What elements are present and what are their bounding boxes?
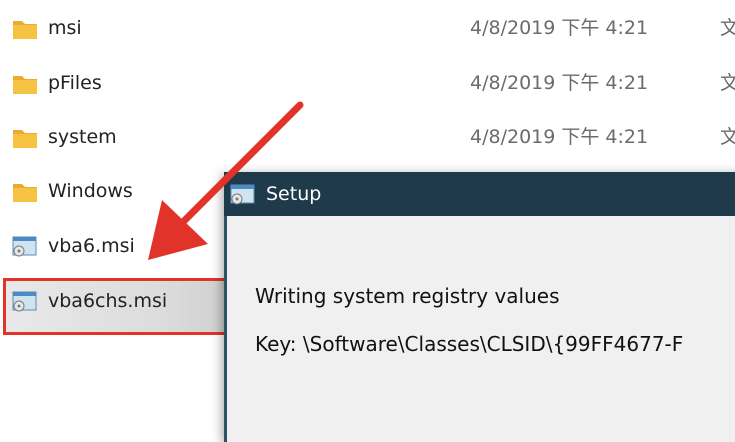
file-date: 4/8/2019 下午 4:21 bbox=[470, 126, 649, 148]
file-name: pFiles bbox=[48, 72, 102, 94]
file-type: 文 bbox=[720, 126, 735, 148]
folder-icon bbox=[13, 21, 37, 39]
file-name: vba6.msi bbox=[48, 235, 135, 257]
file-type: 文 bbox=[720, 17, 735, 39]
file-row-system[interactable]: system 4/8/2019 下午 4:21 文 bbox=[0, 115, 735, 159]
file-date: 4/8/2019 下午 4:21 bbox=[470, 72, 649, 94]
folder-icon bbox=[13, 76, 37, 94]
folder-icon bbox=[13, 184, 37, 202]
setup-title: Setup bbox=[266, 183, 322, 205]
setup-body: Writing system registry values Key: \Sof… bbox=[224, 216, 735, 442]
file-name: Windows bbox=[48, 180, 133, 202]
setup-key-text: Key: \Software\Classes\CLSID\{99FF4677-F bbox=[255, 332, 684, 356]
file-name: msi bbox=[48, 17, 82, 39]
setup-dialog[interactable]: Setup Writing system registry values Key… bbox=[224, 172, 735, 442]
file-row-msi[interactable]: msi 4/8/2019 下午 4:21 文 bbox=[0, 6, 735, 50]
msi-installer-icon bbox=[12, 236, 37, 257]
setup-titlebar[interactable]: Setup bbox=[224, 172, 735, 216]
file-type: 文 bbox=[720, 72, 735, 94]
setup-icon bbox=[230, 184, 255, 205]
folder-icon bbox=[13, 130, 37, 148]
file-name: system bbox=[48, 126, 117, 148]
file-date: 4/8/2019 下午 4:21 bbox=[470, 17, 649, 39]
file-row-pfiles[interactable]: pFiles 4/8/2019 下午 4:21 文 bbox=[0, 61, 735, 105]
setup-status-text: Writing system registry values bbox=[255, 284, 560, 308]
highlight-box bbox=[3, 278, 232, 335]
